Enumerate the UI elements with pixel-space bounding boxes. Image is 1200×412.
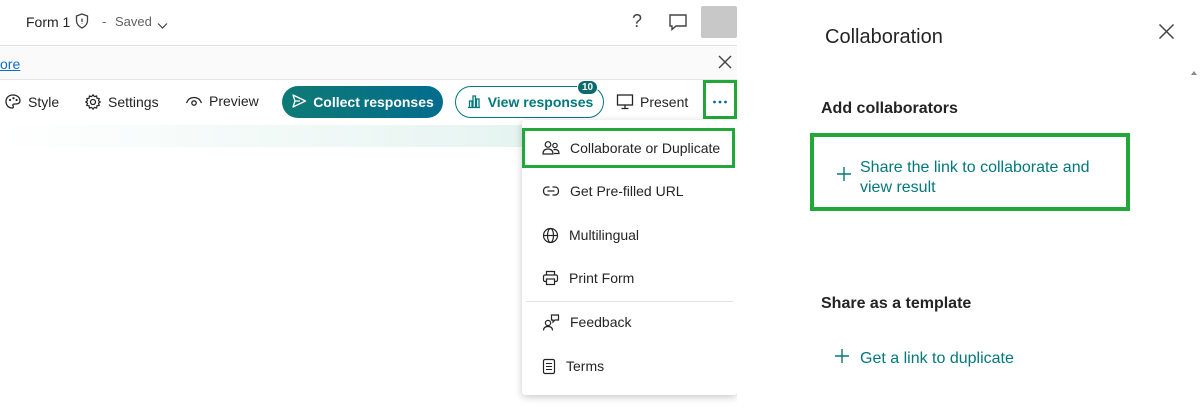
preview-label: Preview xyxy=(209,93,259,109)
add-collaborators-heading: Add collaborators xyxy=(821,100,958,117)
link-icon xyxy=(542,185,560,197)
menu-item-prefilled-url[interactable]: Get Pre-filled URL xyxy=(522,171,737,211)
pane-scrollbar[interactable] xyxy=(1188,66,1200,412)
document-icon xyxy=(542,358,556,375)
style-button[interactable]: Style xyxy=(4,93,59,111)
form-toolbar: Style Settings Preview Collect responses… xyxy=(0,80,737,125)
preview-button[interactable]: Preview xyxy=(185,93,259,109)
plus-icon xyxy=(836,166,852,187)
menu-item-label: Multilingual xyxy=(569,227,640,243)
settings-label: Settings xyxy=(108,94,159,110)
settings-button[interactable]: Settings xyxy=(84,93,159,111)
pane-title: Collaboration xyxy=(825,26,943,48)
globe-icon xyxy=(542,227,559,244)
share-collaborate-label: Share the link to collaborate and view r… xyxy=(860,159,1090,196)
menu-item-label: Terms xyxy=(566,358,605,374)
people-icon xyxy=(542,140,560,156)
send-icon xyxy=(291,93,307,112)
feedback-icon xyxy=(542,313,560,331)
duplicate-link-button[interactable]: Get a link to duplicate xyxy=(834,348,1014,369)
ellipsis-icon xyxy=(712,91,728,109)
menu-item-feedback[interactable]: Feedback xyxy=(522,302,737,342)
learn-more-link[interactable]: ore xyxy=(0,56,20,72)
collect-responses-button[interactable]: Collect responses xyxy=(282,86,443,118)
menu-item-collaborate[interactable]: Collaborate or Duplicate xyxy=(522,128,735,168)
menu-item-terms[interactable]: Terms xyxy=(522,346,737,386)
menu-item-label: Feedback xyxy=(570,314,632,330)
menu-item-label: Collaborate or Duplicate xyxy=(570,140,721,156)
status-separator: - xyxy=(102,14,107,29)
menu-item-print-form[interactable]: Print Form xyxy=(522,258,737,298)
close-icon[interactable] xyxy=(1158,23,1175,45)
help-icon[interactable]: ? xyxy=(632,11,642,32)
form-editor: Form 1 - Saved ? ore Style Settings Prev… xyxy=(0,0,737,412)
view-responses-label: View responses xyxy=(487,94,594,110)
monitor-icon xyxy=(616,93,634,110)
bar-chart-icon xyxy=(466,93,482,112)
menu-item-label: Get Pre-filled URL xyxy=(570,183,684,199)
style-label: Style xyxy=(28,94,60,110)
eye-icon xyxy=(185,94,203,108)
share-collaborate-link-button[interactable]: Share the link to collaborate and view r… xyxy=(810,133,1130,211)
more-options-menu: Collaborate or Duplicate Get Pre-filled … xyxy=(522,120,737,395)
menu-item-label: Print Form xyxy=(569,270,635,286)
collect-responses-label: Collect responses xyxy=(313,94,434,110)
title-bar: Form 1 - Saved ? xyxy=(0,0,737,46)
form-title[interactable]: Form 1 xyxy=(26,14,70,30)
present-label: Present xyxy=(640,93,689,110)
avatar[interactable] xyxy=(701,6,737,38)
collaboration-pane: Collaboration Add collaborators Share th… xyxy=(737,0,1200,412)
comment-icon[interactable] xyxy=(668,13,688,36)
save-status[interactable]: Saved xyxy=(115,14,152,29)
printer-icon xyxy=(542,270,559,286)
more-options-button[interactable] xyxy=(703,80,737,119)
chevron-down-icon[interactable] xyxy=(157,17,168,35)
response-count-badge: 10 xyxy=(577,80,598,95)
palette-icon xyxy=(4,93,22,111)
menu-item-multilingual[interactable]: Multilingual xyxy=(522,215,737,255)
plus-icon xyxy=(834,348,850,369)
present-button[interactable]: Present xyxy=(616,93,688,110)
close-icon[interactable] xyxy=(718,55,732,74)
share-template-heading: Share as a template xyxy=(821,295,972,312)
duplicate-label: Get a link to duplicate xyxy=(860,349,1014,367)
shield-icon xyxy=(75,13,89,34)
notice-bar: ore xyxy=(0,47,737,80)
gear-icon xyxy=(84,93,102,111)
